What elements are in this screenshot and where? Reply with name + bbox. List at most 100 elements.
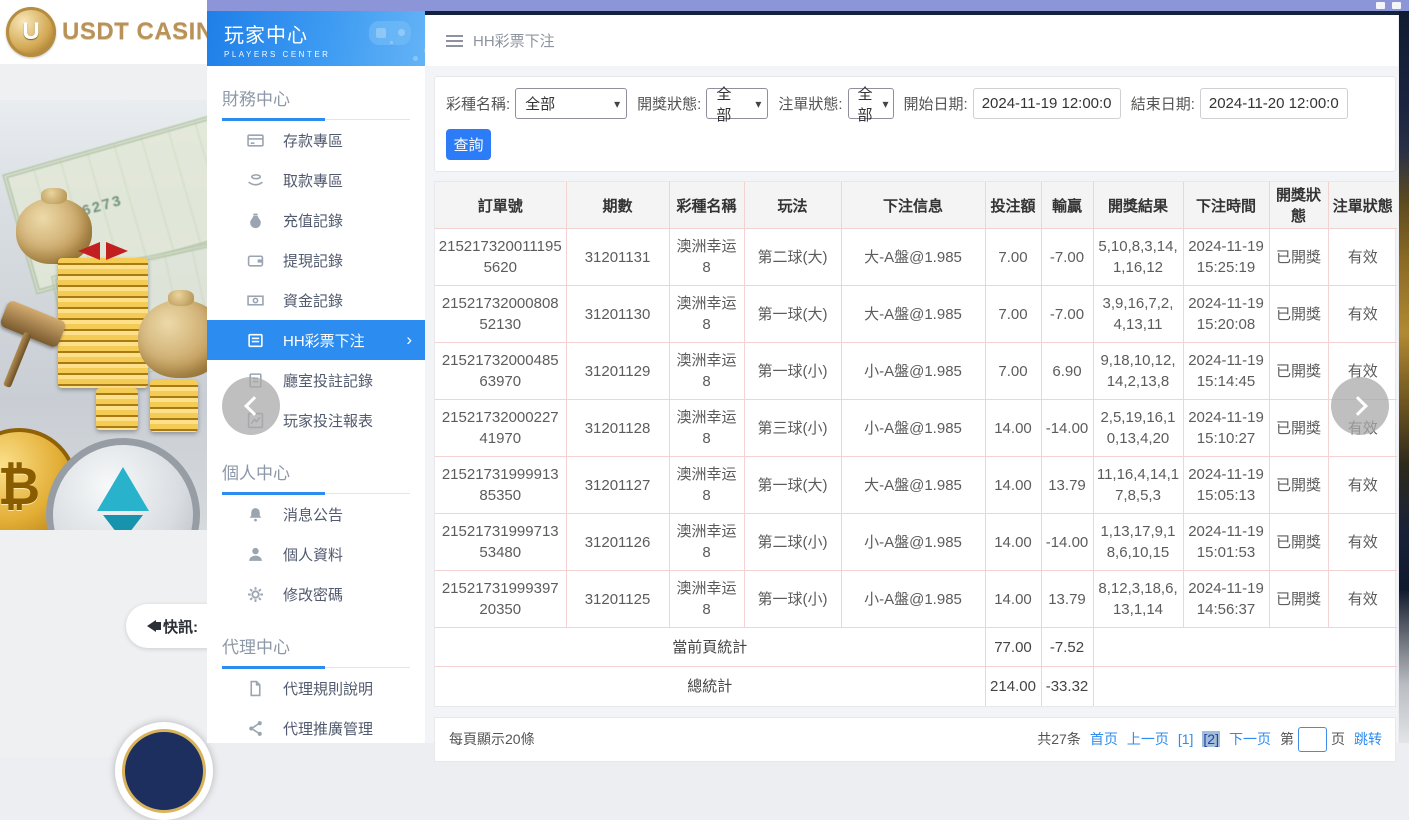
sidebar-section-title: 代理中心 [222,633,410,668]
prev-page-link[interactable]: 上一页 [1127,729,1169,749]
page-size-text: 每頁顯示20條 [449,729,535,749]
casino-coin-icon: U [6,7,56,57]
table-row: 215217320004856397031201129澳洲幸运8第一球(小)小-… [435,343,1397,400]
column-header: 期數 [566,182,669,229]
scroll-right-button[interactable] [1331,377,1389,435]
search-button[interactable]: 查詢 [446,129,491,160]
cash-icon [247,292,264,309]
sidebar-item-取款專區[interactable]: 取款專區 [207,160,425,200]
chevron-right-icon [1348,396,1368,416]
document-icon [247,680,264,697]
sidebar-item-提現記錄[interactable]: 提現記錄 [207,240,425,280]
table-row: 215217320008085213031201130澳洲幸运8第一球(大)大-… [435,286,1397,343]
pagination-bar: 每頁顯示20條 共27条 首页 上一页 [1][2] 下一页 第 页 跳转 [434,717,1396,762]
page-number-link[interactable]: [1] [1178,731,1194,747]
bets-table-panel: 訂單號期數彩種名稱玩法下注信息投注額輸贏開獎結果下注時間開獎狀態注單狀態 215… [434,181,1396,707]
column-header: 玩法 [744,182,841,229]
column-header: 輸贏 [1041,182,1093,229]
money-photo: KB 46273 ₿ ETHEREUM [0,100,207,530]
page-number-link[interactable]: [2] [1202,731,1220,747]
money-bag [138,300,207,378]
sidebar-item-消息公告[interactable]: 消息公告 [207,494,425,534]
draw-status-label: 開獎狀態: [637,93,701,114]
sidebar-item-代理推廣管理[interactable]: 代理推廣管理 [207,708,425,748]
table-row: 215217319993972035031201125澳洲幸运8第一球(小)小-… [435,571,1397,628]
sidebar-item-資金記錄[interactable]: 資金記錄 [207,280,425,320]
coin-stack [96,388,138,430]
floating-service-button[interactable] [115,722,213,820]
table-row: 215217319999138535031201127澳洲幸运8第一球(大)大-… [435,457,1397,514]
background-photo-strip: KB 46273 ₿ ETHEREUM 快訊: [0,0,207,757]
sidebar-item-個人資料[interactable]: 個人資料 [207,534,425,574]
sidebar-section-title: 財務中心 [222,85,410,120]
column-header: 彩種名稱 [669,182,744,229]
start-date-input[interactable] [973,88,1121,119]
browser-icon[interactable] [1376,2,1385,9]
lottery-name-select[interactable]: 全部▾ [515,88,627,119]
sidebar-item-存款專區[interactable]: 存款專區 [207,120,425,160]
end-date-label: 結束日期: [1131,93,1195,114]
first-page-link[interactable]: 首页 [1090,729,1118,749]
sidebar-item-HH彩票下注[interactable]: HH彩票下注› [207,320,425,360]
sidebar-item-充值記錄[interactable]: 充值記錄 [207,200,425,240]
main-content: HH彩票下注 彩種名稱: 全部▾ 開獎狀態: 全部▾ 注單狀態: 全部▾ 開始日… [425,15,1398,743]
table-stats: 當前頁統計 77.00 -7.52 總統計 214.00 -33.32 [435,628,1397,706]
coin-stack [58,258,148,388]
jump-prefix-label: 第 [1280,729,1294,749]
column-header: 開獎結果 [1093,182,1183,229]
table-row: 215217320011195562031201131澳洲幸运8第二球(大)大-… [435,229,1397,286]
page-links: [1] [2] [1178,731,1220,747]
draw-status-select[interactable]: 全部▾ [706,88,768,119]
browser-top-band [207,0,1409,11]
column-header: 投注額 [985,182,1041,229]
table-row: 215217320002274197031201128澳洲幸运8第三球(小)小-… [435,400,1397,457]
browser-extension-icons [1376,2,1401,9]
bank-card-icon [247,132,264,149]
page-stats-winloss: -7.52 [1041,628,1093,667]
start-date-label: 開始日期: [904,93,968,114]
page-jump-input[interactable] [1298,727,1327,752]
wallet-icon [247,252,264,269]
site-logo: U USDT CASINO [0,0,207,64]
sidebar-section-title: 個人中心 [222,459,410,494]
sidebar-item-修改密碼[interactable]: 修改密碼 [207,574,425,614]
scroll-left-button[interactable] [222,377,280,435]
user-icon [247,546,264,563]
sidebar-item-代理規則說明[interactable]: 代理規則說明 [207,668,425,708]
jump-button[interactable]: 跳转 [1354,729,1382,749]
total-stats-winloss: -33.32 [1041,667,1093,706]
page-title: HH彩票下注 [473,30,555,51]
ethereum-coin: ETHEREUM [46,438,200,530]
gamepad-icon [369,21,411,45]
lottery-name-label: 彩種名稱: [446,93,510,114]
column-header: 下注時間 [1183,182,1269,229]
ethereum-logo [97,467,149,511]
order-status-select[interactable]: 全部▾ [848,88,894,119]
table-header-row: 訂單號期數彩種名稱玩法下注信息投注額輸贏開獎結果下注時間開獎狀態注單狀態 [435,182,1397,229]
total-count-text: 共27条 [1037,729,1081,749]
page-stats-label: 當前頁統計 [435,628,985,667]
chevron-right-icon: › [406,330,412,350]
end-date-input[interactable] [1200,88,1348,119]
chevron-down-icon: ▾ [883,97,889,111]
browser-icon[interactable] [1392,2,1401,9]
ticker-label: 快訊: [163,616,198,637]
sidebar-header: 玩家中心 PLAYERS CENTER [207,11,425,66]
next-page-link[interactable]: 下一页 [1229,729,1271,749]
column-header: 下注信息 [841,182,985,229]
background-photo-right-sliver [1399,11,1409,743]
bell-icon [247,506,264,523]
speaker-icon [141,620,156,632]
total-stats-label: 總統計 [435,667,985,706]
lottery-list-icon [247,332,264,349]
sidebar: 玩家中心 PLAYERS CENTER 財務中心存款專區取款專區充值記錄提現記錄… [207,11,425,743]
hamburger-menu-icon[interactable] [446,35,463,47]
hand-coins-icon [247,172,264,189]
total-stats-bet: 214.00 [985,667,1041,706]
topbar: HH彩票下注 [425,15,1398,66]
order-status-label: 注單狀態: [778,93,842,114]
filter-panel: 彩種名稱: 全部▾ 開獎狀態: 全部▾ 注單狀態: 全部▾ 開始日期: 結束日期… [434,76,1396,172]
column-header: 開獎狀態 [1269,182,1328,229]
column-header: 注單狀態 [1328,182,1397,229]
page-stats-bet: 77.00 [985,628,1041,667]
